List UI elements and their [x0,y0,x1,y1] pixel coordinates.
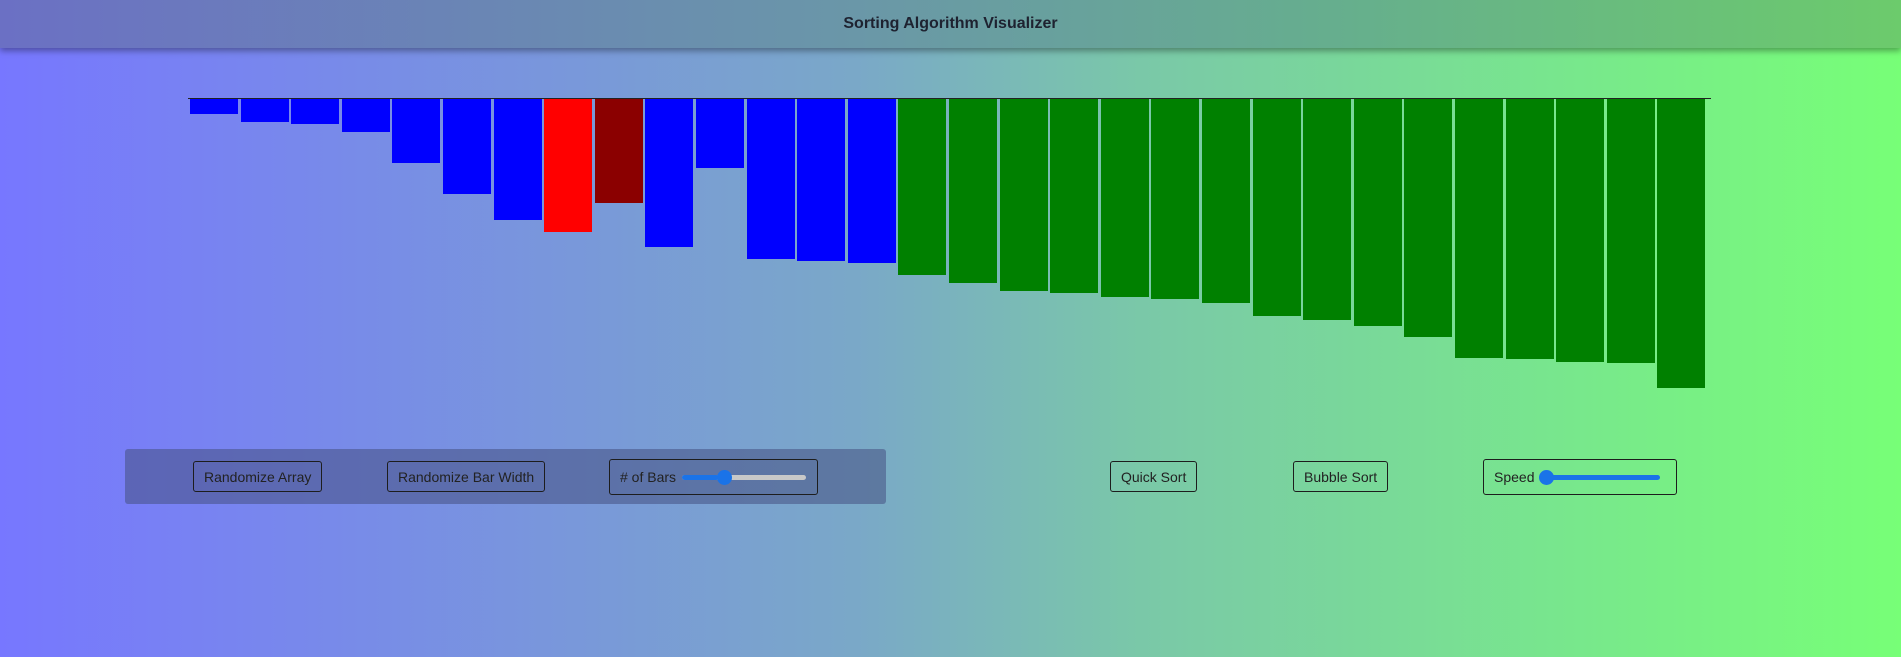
bar-18 [1050,99,1099,293]
bar-1 [190,99,238,114]
bar-19 [1100,99,1149,297]
bar-4 [341,99,390,132]
bar-20 [1151,99,1200,299]
bar-12 [746,99,795,259]
speed-slider-thumb[interactable] [1539,469,1555,485]
randomize-array-button[interactable]: Randomize Array [193,461,323,492]
num-bars-slider-thumb[interactable] [717,469,733,485]
bar-10 [645,99,694,247]
bar-3 [291,99,340,124]
num-bars-slider-fill [682,474,720,480]
bar-21 [1202,99,1250,303]
bars-visualization [0,0,1901,657]
bar-27 [1505,99,1554,359]
bar-30 [1657,99,1706,388]
num-bars-control: # of Bars [609,459,818,495]
speed-control: Speed [1483,459,1677,495]
bar-23 [1303,99,1352,320]
bar-13 [797,99,846,261]
bar-24 [1353,99,1402,326]
quick-sort-button[interactable]: Quick Sort [1110,461,1198,492]
num-bars-label: # of Bars [620,469,677,485]
randomize-bar-width-button[interactable]: Randomize Bar Width [387,461,546,492]
bar-25 [1404,99,1453,337]
bar-26 [1455,99,1503,358]
bar-7 [493,99,542,220]
speed-label: Speed [1494,469,1535,485]
speed-slider[interactable] [1539,469,1661,485]
bar-14 [847,99,896,263]
bar-8 [544,99,593,232]
bar-17 [999,99,1048,291]
bar-6 [443,99,491,194]
bar-28 [1556,99,1605,362]
bar-2 [240,99,289,122]
bar-16 [949,99,997,283]
bar-11 [696,99,744,168]
num-bars-slider[interactable] [682,469,807,485]
bubble-sort-button[interactable]: Bubble Sort [1293,461,1389,492]
bar-15 [898,99,947,275]
bar-29 [1606,99,1655,363]
bar-5 [392,99,441,163]
bar-22 [1252,99,1301,316]
bar-9 [594,99,643,203]
